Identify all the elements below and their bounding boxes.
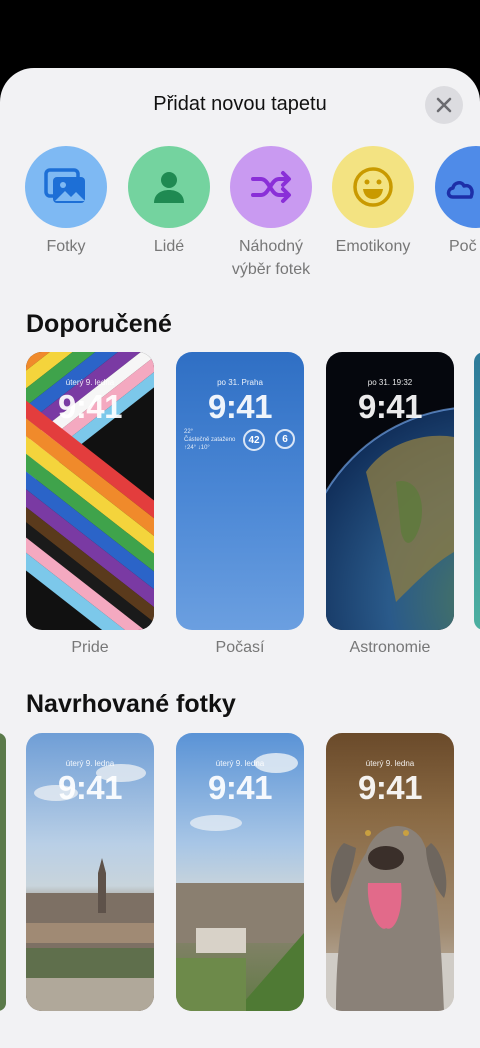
suggested-card-partial[interactable] xyxy=(0,733,6,1011)
card-time: 9:41 xyxy=(357,769,423,806)
category-shuffle-circle xyxy=(230,146,312,228)
card-date: úterý 9. ledna xyxy=(65,378,115,387)
wallpaper-card-weather[interactable]: po 31. Praha 9:41 22° Částečně zataženo … xyxy=(176,352,304,630)
card-date: po 31. 19:32 xyxy=(367,378,413,387)
weather-icon xyxy=(446,181,474,199)
card-time: 9:41 xyxy=(207,769,273,806)
wallpaper-card-astronomy[interactable]: po 31. 19:32 9:41 xyxy=(326,352,454,630)
person-icon xyxy=(154,172,184,203)
weather-temp: 22° xyxy=(184,429,194,435)
wallpaper-card-pride[interactable]: úterý 9. ledna 9:41 xyxy=(26,352,154,630)
card-label-weather: Počasí xyxy=(215,639,265,656)
suggested-card-3[interactable]: úterý 9. ledna 9:41 xyxy=(326,733,454,1011)
wallpaper-card-partial[interactable] xyxy=(474,352,480,630)
card-date: úterý 9. ledna xyxy=(215,759,265,768)
category-people-circle xyxy=(128,146,210,228)
suggested-card-2[interactable]: úterý 9. ledna 9:41 xyxy=(176,733,304,1011)
category-label: Fotky xyxy=(46,238,86,255)
card-time: 9:41 xyxy=(57,769,123,806)
category-people[interactable]: Lidé xyxy=(124,146,214,258)
category-shuffle[interactable]: Náhodný výběr fotek xyxy=(226,146,316,281)
card-label-pride: Pride xyxy=(71,639,109,656)
card-date: úterý 9. ledna xyxy=(65,759,115,768)
wallpaper-sheet: Přidat novou tapetu Fotky Lidé Náhodný v… xyxy=(0,68,480,1048)
shuffle-icon xyxy=(251,171,291,203)
category-photos[interactable]: Fotky xyxy=(21,146,111,258)
category-photos-circle xyxy=(25,146,107,228)
close-button[interactable] xyxy=(425,86,463,124)
photos-icon xyxy=(44,168,85,203)
weather-ring-uv: 6 xyxy=(275,429,295,449)
weather-desc: Částečně zataženo xyxy=(184,437,236,443)
card-date: úterý 9. ledna xyxy=(365,759,415,768)
card-time: 9:41 xyxy=(57,388,123,425)
section-recommended-title: Doporučené xyxy=(26,310,172,338)
category-emoji-circle xyxy=(332,146,414,228)
card-time: 9:41 xyxy=(207,388,273,425)
suggested-card-1[interactable]: úterý 9. ledna 9:41 xyxy=(26,733,154,1011)
card-label-astronomy: Astronomie xyxy=(349,639,431,656)
emoji-icon xyxy=(353,167,393,207)
close-icon xyxy=(436,97,452,113)
category-label: Poč xyxy=(449,238,477,255)
weather-ring-aqi: 42 xyxy=(243,429,265,451)
category-label: Náhodný výběr fotek xyxy=(231,238,311,278)
sheet-title: Přidat novou tapetu xyxy=(153,93,327,115)
category-weather-circle xyxy=(435,146,480,228)
category-weather[interactable]: Poč xyxy=(431,146,480,258)
category-label: Lidé xyxy=(153,238,185,255)
category-emoji[interactable]: Emotikony xyxy=(328,146,418,258)
weather-range: ↑24° ↓10° xyxy=(184,445,210,451)
category-label: Emotikony xyxy=(335,238,411,255)
card-time: 9:41 xyxy=(357,388,423,425)
card-date: po 31. Praha xyxy=(217,378,263,387)
section-suggested-title: Navrhované fotky xyxy=(26,690,236,718)
